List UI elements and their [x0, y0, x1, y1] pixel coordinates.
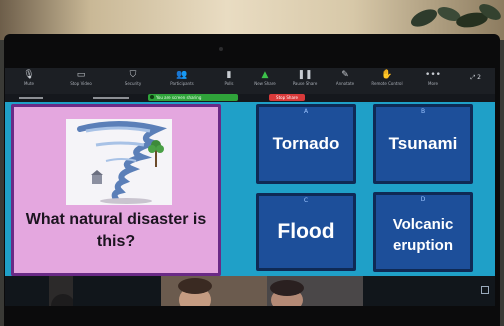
video-camera-icon: ▭: [76, 70, 86, 80]
annotate-button[interactable]: ✎ Annotate: [325, 70, 365, 92]
new-share-label: New Share: [254, 81, 276, 86]
remote-control-label: Remote Control: [371, 81, 403, 86]
answer-card-a[interactable]: A Tornado: [256, 104, 356, 184]
meeting-toolbar: 🎙 Mute ▭ Stop Video ⛉ Security 👥 Partici…: [5, 68, 495, 94]
expand-icon[interactable]: [481, 286, 489, 294]
answer-text-c: Flood: [277, 220, 335, 243]
participant-video[interactable]: [267, 276, 363, 306]
remote-control-button[interactable]: ✋ Remote Control: [367, 70, 407, 92]
stop-share-button[interactable]: Stop Share: [269, 94, 305, 101]
more-button[interactable]: ••• More: [413, 70, 453, 92]
sharing-indicator[interactable]: You are screen sharing: [148, 94, 238, 101]
share-screen-icon: ▲: [261, 70, 269, 80]
participant-avatar: [51, 294, 73, 306]
annotate-label: Annotate: [335, 81, 355, 86]
participants-button[interactable]: 👥 Participants: [162, 70, 202, 92]
plant-image: [410, 4, 501, 28]
participant-avatar: [161, 276, 267, 306]
answer-text-a: Tornado: [272, 134, 340, 153]
status-divider: [19, 97, 43, 99]
polls-button[interactable]: ▮ Polls: [209, 70, 249, 92]
sharing-status-bar: You are screen sharing Stop Share: [5, 94, 495, 102]
more-icon: •••: [425, 70, 441, 80]
question-text: What natural disaster is this?: [25, 211, 207, 250]
window-count[interactable]: ⤢ 2: [466, 72, 485, 84]
more-label: More: [428, 81, 438, 86]
mute-label: Mute: [23, 81, 34, 86]
shield-icon: ⛉: [129, 70, 137, 80]
sharing-dot-icon: [150, 95, 154, 99]
participants-icon: 👥: [176, 70, 188, 80]
security-label: Security: [124, 81, 142, 86]
pause-share-label: Pause Share: [292, 81, 318, 86]
stop-video-button[interactable]: ▭ Stop Video: [61, 70, 101, 92]
status-divider: [93, 97, 129, 99]
participant-video[interactable]: [49, 276, 73, 306]
security-button[interactable]: ⛉ Security: [113, 70, 153, 92]
question-card: What natural disaster is this?: [11, 104, 221, 276]
participants-label: Participants: [170, 81, 194, 86]
new-share-button[interactable]: ▲ New Share: [245, 70, 285, 92]
answer-card-c[interactable]: C Flood: [256, 193, 356, 271]
polls-label: Polls: [224, 81, 234, 86]
participant-video[interactable]: [161, 276, 267, 306]
shared-game-screen: What natural disaster is this? A Tornado…: [5, 102, 495, 306]
answer-card-d[interactable]: D Volcanic eruption: [373, 192, 473, 272]
participant-video-strip: [5, 276, 495, 306]
pause-icon: ❚❚: [297, 70, 313, 80]
answer-text-d: Volcanic eruption: [392, 216, 454, 254]
tornado-image: [66, 119, 172, 205]
answer-text-b: Tsunami: [388, 134, 458, 153]
answer-card-b[interactable]: B Tsunami: [373, 104, 473, 184]
remote-control-icon: ✋: [381, 70, 393, 80]
participant-avatar: [267, 276, 363, 306]
mute-button[interactable]: 🎙 Mute: [9, 70, 49, 92]
pencil-icon: ✎: [341, 70, 349, 80]
stop-video-label: Stop Video: [70, 81, 92, 86]
bar-chart-icon: ▮: [226, 70, 232, 80]
stop-share-label: Stop Share: [276, 95, 298, 100]
zoom-screen: 🎙 Mute ▭ Stop Video ⛉ Security 👥 Partici…: [5, 68, 495, 306]
microphone-icon: 🎙: [23, 70, 35, 80]
pause-share-button[interactable]: ❚❚ Pause Share: [285, 70, 325, 92]
sharing-text: You are screen sharing: [156, 95, 202, 100]
webcam-dot: [219, 47, 223, 51]
